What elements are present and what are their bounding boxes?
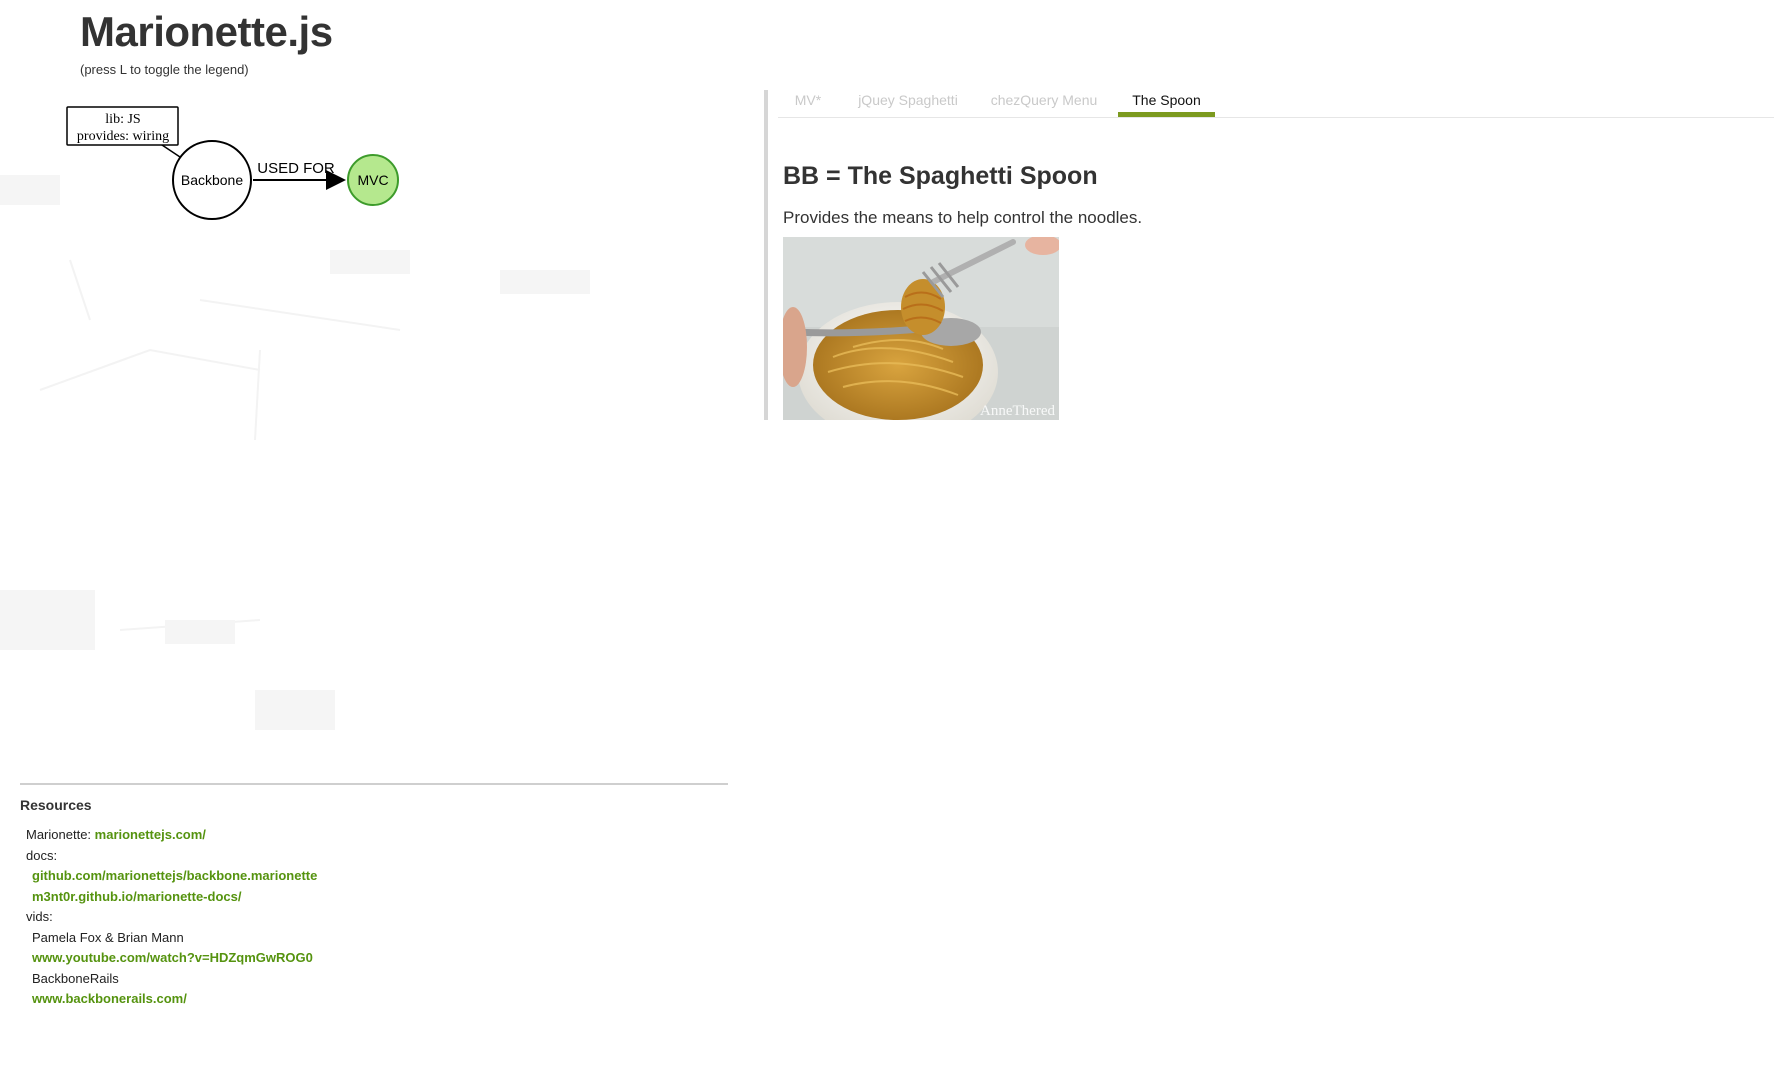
vid-name: Pamela Fox & Brian Mann <box>32 929 184 945</box>
image-watermark: AnneThered <box>980 403 1055 419</box>
docs-item: github.com/marionettejs/backbone.marione… <box>20 866 728 887</box>
resources-section: Resources Marionette: marionettejs.com/ … <box>20 783 728 1010</box>
callout-line-1: lib: JS <box>105 112 140 127</box>
tab-chezquery-menu[interactable]: chezQuery Menu <box>980 90 1108 117</box>
marionette-link[interactable]: marionettejs.com/ <box>95 827 206 842</box>
slide-text: Provides the means to help control the n… <box>783 208 1143 227</box>
docs-label: docs: <box>26 847 58 863</box>
backbone-diagram: lib: JS provides: wiring Backbone USED F… <box>66 106 399 220</box>
vids-label: vids: <box>26 909 53 924</box>
node-mvc[interactable]: MVC <box>347 154 399 206</box>
docs-link-m3nt0r[interactable]: m3nt0r.github.io/marionette-docs/ <box>32 889 241 904</box>
legend-hint: (press L to toggle the legend) <box>80 62 249 77</box>
vid-link-youtube[interactable]: www.youtube.com/watch?v=HDZqmGwROG0 <box>32 950 313 965</box>
tab-bar: MV* jQuey Spaghetti chezQuery Menu The S… <box>778 90 1774 118</box>
page-title: Marionette.js <box>80 8 333 55</box>
resources-divider <box>20 783 728 785</box>
vid-item: www.youtube.com/watch?v=HDZqmGwROG0 <box>20 948 728 969</box>
vid-item: www.backbonerails.com/ <box>20 989 728 1010</box>
tab-the-spoon[interactable]: The Spoon <box>1118 90 1215 117</box>
resources-title: Resources <box>20 797 92 813</box>
callout-line-2: provides: wiring <box>77 129 169 144</box>
vid-link-backbonerails[interactable]: www.backbonerails.com/ <box>32 991 187 1006</box>
faded-graph-background <box>0 175 590 730</box>
tab-mv[interactable]: MV* <box>788 90 828 117</box>
docs-item: m3nt0r.github.io/marionette-docs/ <box>20 887 728 908</box>
node-backbone-label: Backbone <box>181 172 243 188</box>
resource-marionette: Marionette: marionettejs.com/ <box>20 825 728 846</box>
node-backbone[interactable]: Backbone <box>172 140 252 220</box>
tab-jquey-spaghetti[interactable]: jQuey Spaghetti <box>846 90 970 117</box>
docs-link-github[interactable]: github.com/marionettejs/backbone.marione… <box>32 868 317 883</box>
spaghetti-spoon-image: AnneThered <box>783 237 1059 420</box>
marionette-label: Marionette: <box>26 827 95 842</box>
edge-label: USED FOR <box>257 160 335 177</box>
slide-panel: MV* jQuey Spaghetti chezQuery Menu The S… <box>764 90 1774 420</box>
edge-used-for: USED FOR <box>253 160 346 190</box>
callout-box: lib: JS provides: wiring <box>66 106 181 158</box>
vid-name: BackboneRails <box>32 970 119 986</box>
node-mvc-label: MVC <box>357 172 388 188</box>
slide-title: BB = The Spaghetti Spoon <box>783 162 1098 190</box>
